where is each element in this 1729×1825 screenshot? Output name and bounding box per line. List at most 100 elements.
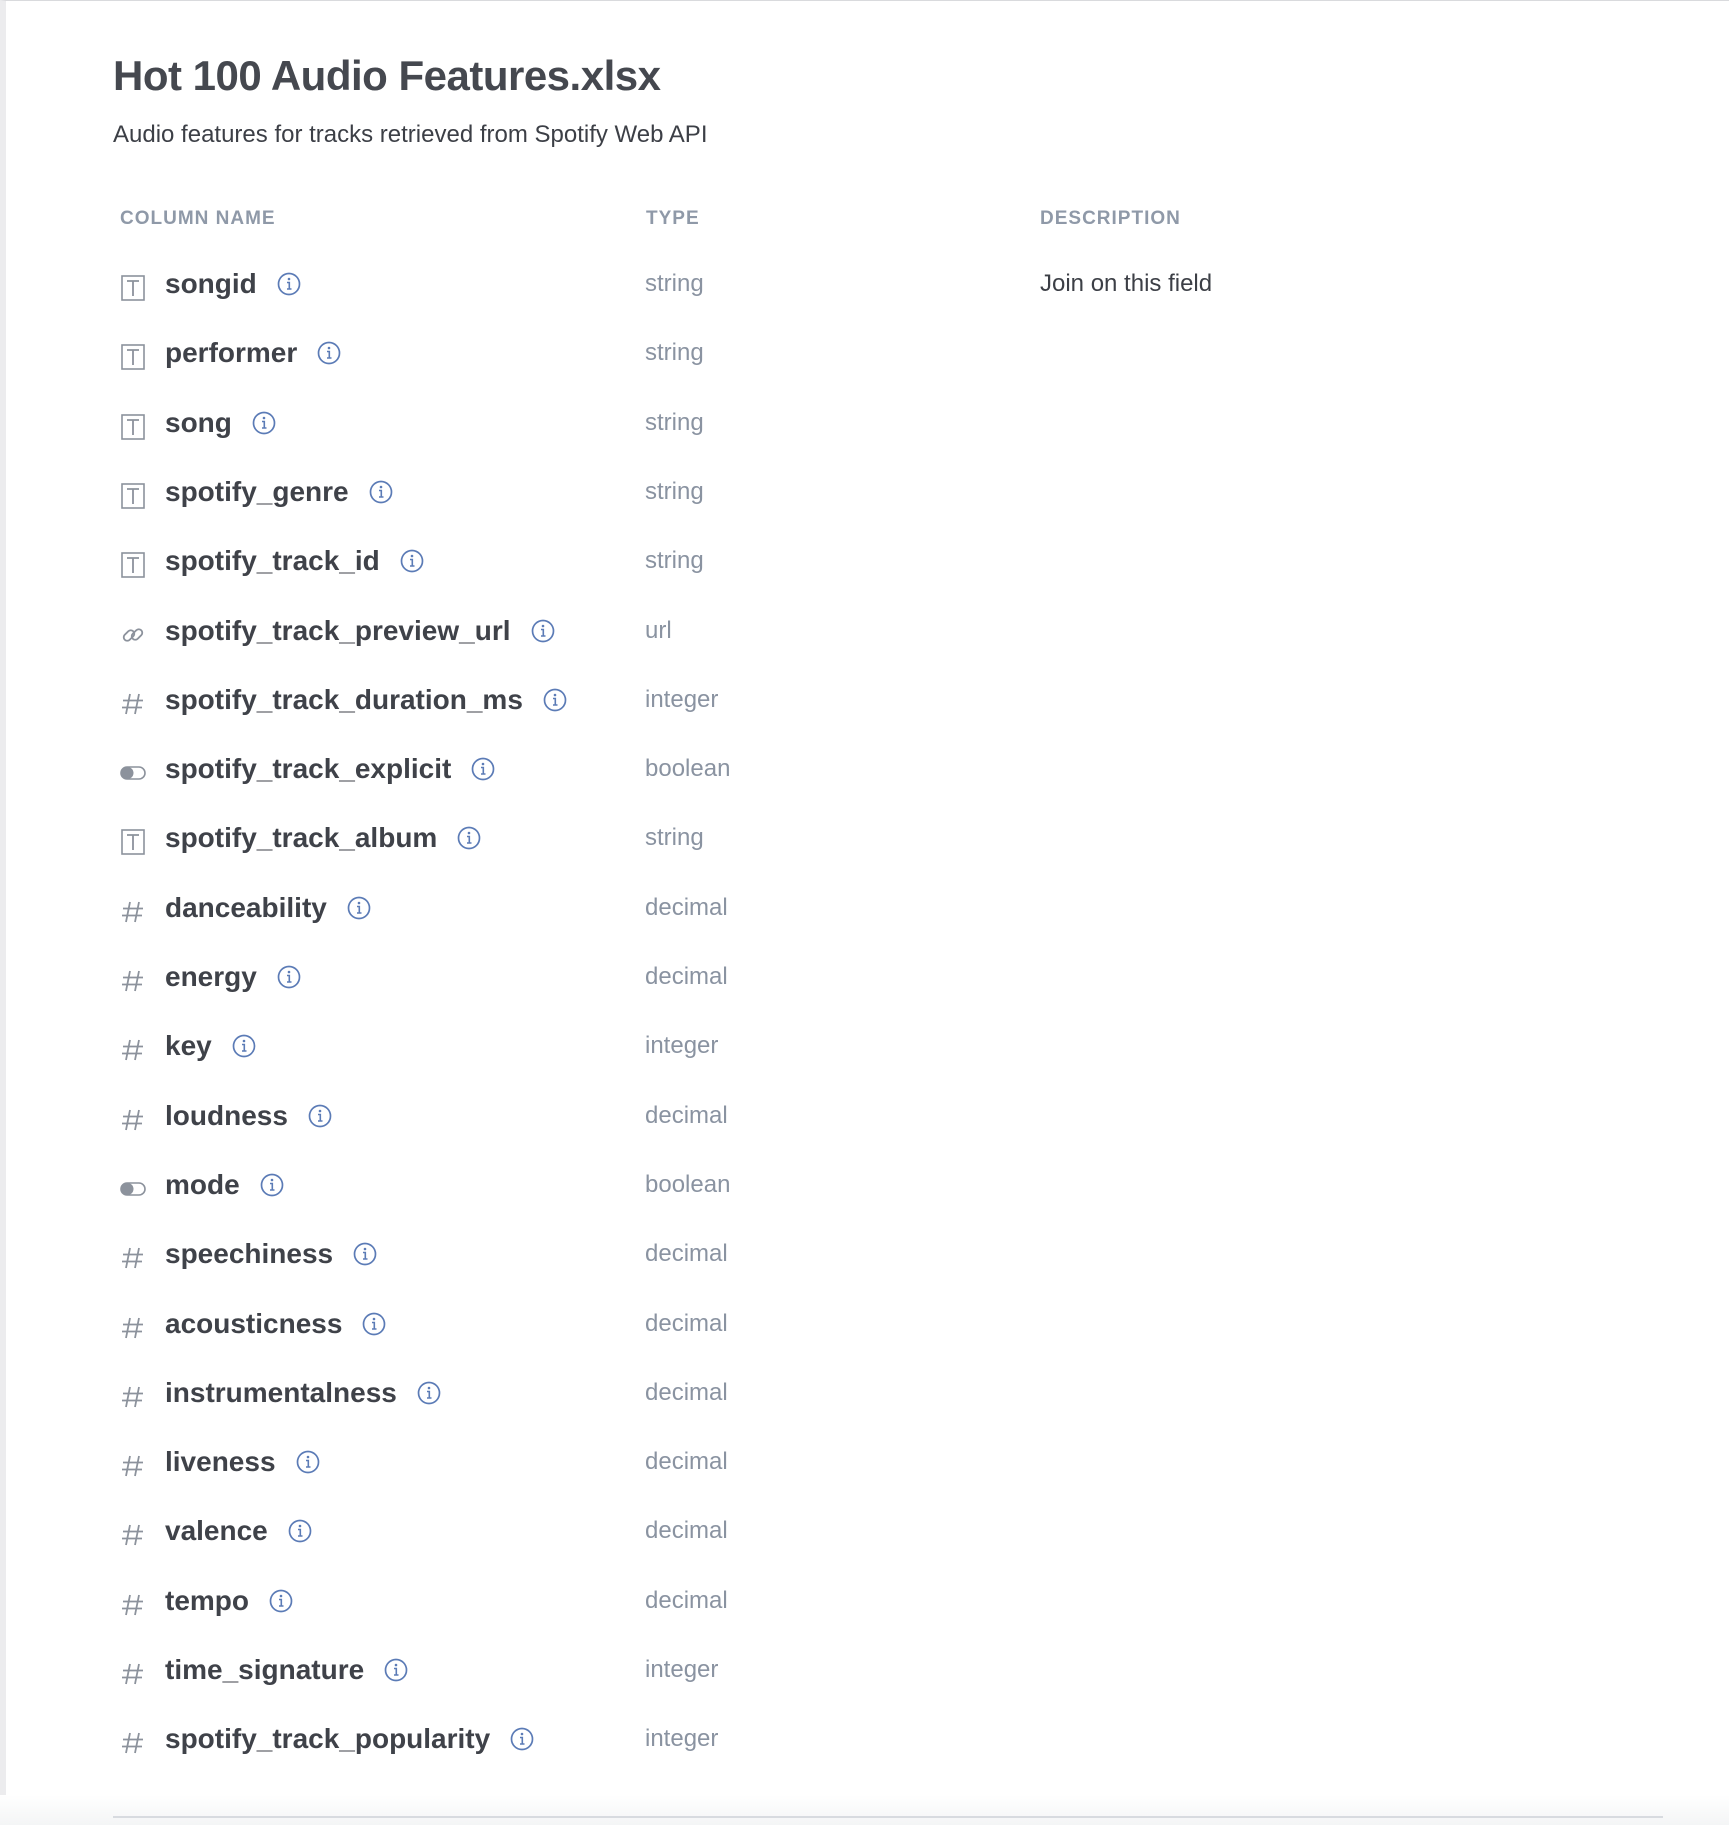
number-type-icon — [120, 1315, 146, 1341]
column-name: valence — [165, 1515, 312, 1547]
info-icon[interactable] — [277, 272, 301, 296]
info-icon[interactable] — [369, 480, 393, 504]
column-name: speechiness — [165, 1238, 377, 1270]
column-name-label: key — [165, 1030, 212, 1062]
table-row: spotify_track_album string — [113, 816, 1663, 866]
column-name-label: performer — [165, 337, 298, 369]
column-name-label: spotify_track_popularity — [165, 1723, 491, 1755]
column-name-label: loudness — [165, 1099, 288, 1131]
info-icon[interactable] — [252, 411, 276, 435]
table-row: tempo decimal — [113, 1579, 1663, 1629]
column-type: integer — [645, 1032, 719, 1060]
info-icon[interactable] — [384, 1658, 408, 1682]
table-row: spotify_genre string — [113, 470, 1663, 520]
text-type-icon — [120, 829, 146, 856]
column-name-label: time_signature — [165, 1654, 365, 1685]
column-name-label: spotify_track_explicit — [165, 753, 452, 785]
info-icon[interactable] — [317, 341, 341, 365]
column-name: songid — [165, 268, 301, 300]
number-type-icon — [120, 1107, 146, 1133]
toggle-type-icon — [120, 760, 146, 786]
column-name: song — [165, 407, 276, 439]
info-icon[interactable] — [347, 896, 371, 920]
column-name-label: tempo — [165, 1584, 249, 1616]
type-header: TYPE — [646, 208, 700, 229]
column-name: performer — [165, 337, 341, 369]
column-type: decimal — [645, 893, 728, 921]
info-icon[interactable] — [232, 1034, 256, 1058]
column-type: string — [645, 547, 704, 575]
info-icon[interactable] — [269, 1589, 293, 1613]
column-type: decimal — [645, 1309, 728, 1337]
table-row: time_signature integer — [113, 1648, 1663, 1698]
number-type-icon — [120, 1384, 146, 1410]
column-name-label: songid — [165, 268, 257, 299]
column-name: key — [165, 1030, 256, 1062]
column-type: integer — [645, 1725, 719, 1753]
column-name: instrumentalness — [165, 1377, 441, 1409]
table-row: spotify_track_id string — [113, 539, 1663, 589]
number-type-icon — [120, 691, 146, 717]
column-description: Join on this field — [1040, 270, 1213, 297]
info-icon[interactable] — [543, 688, 567, 712]
column-type: decimal — [645, 1240, 728, 1268]
table-row: spotify_track_explicit boolean — [113, 747, 1663, 797]
table-row: instrumentalness decimal — [113, 1371, 1663, 1421]
column-type: decimal — [645, 1586, 728, 1614]
text-type-icon — [120, 344, 146, 371]
info-icon[interactable] — [260, 1173, 284, 1197]
info-icon[interactable] — [362, 1312, 386, 1336]
info-icon[interactable] — [296, 1450, 320, 1474]
info-icon[interactable] — [277, 965, 301, 989]
column-type: decimal — [645, 1448, 728, 1476]
column-name: time_signature — [165, 1654, 408, 1686]
column-type: decimal — [645, 1517, 728, 1545]
info-icon[interactable] — [417, 1381, 441, 1405]
table-row: speechiness decimal — [113, 1232, 1663, 1282]
column-name-label: danceability — [165, 891, 327, 923]
info-icon[interactable] — [353, 1242, 377, 1266]
column-name: spotify_track_popularity — [165, 1723, 534, 1755]
info-icon[interactable] — [288, 1519, 312, 1543]
column-type: string — [645, 270, 704, 297]
number-type-icon — [120, 1661, 146, 1687]
number-type-icon — [120, 1592, 146, 1618]
table-row: spotify_track_preview_url url — [113, 609, 1663, 659]
info-icon[interactable] — [471, 757, 495, 781]
column-type: decimal — [645, 963, 728, 990]
page-subtitle: Audio features for tracks retrieved from… — [113, 121, 708, 148]
column-name: loudness — [165, 1100, 332, 1132]
column-name-header: COLUMN NAME — [120, 208, 276, 229]
column-type: string — [645, 339, 704, 367]
description-header: DESCRIPTION — [1040, 208, 1181, 229]
column-type: integer — [645, 1656, 719, 1683]
number-type-icon — [120, 1037, 146, 1063]
table-row: energy decimal — [113, 955, 1663, 1005]
info-icon[interactable] — [510, 1727, 534, 1751]
column-name: mode — [165, 1169, 284, 1201]
table-row: spotify_track_popularity integer — [113, 1717, 1663, 1767]
column-name-label: valence — [165, 1515, 268, 1547]
bottom-divider — [113, 1816, 1663, 1818]
column-type: string — [645, 408, 704, 436]
table-row: liveness decimal — [113, 1440, 1663, 1490]
column-name-label: spotify_track_duration_ms — [165, 683, 523, 715]
column-type: decimal — [645, 1101, 728, 1129]
link-type-icon — [120, 622, 146, 648]
column-name: spotify_track_id — [165, 545, 424, 577]
text-type-icon — [120, 413, 146, 440]
info-icon[interactable] — [457, 826, 481, 850]
info-icon[interactable] — [531, 619, 555, 643]
number-type-icon — [120, 968, 146, 994]
table-row: spotify_track_duration_ms integer — [113, 678, 1663, 728]
toggle-type-icon — [120, 1176, 146, 1202]
column-name: liveness — [165, 1446, 320, 1478]
info-icon[interactable] — [400, 549, 424, 573]
table-row: acousticness decimal — [113, 1302, 1663, 1352]
text-type-icon — [120, 552, 146, 578]
column-type: string — [645, 477, 704, 505]
column-name-label: spotify_track_id — [165, 545, 380, 577]
column-type: integer — [645, 685, 719, 713]
info-icon[interactable] — [308, 1104, 332, 1128]
column-name: energy — [165, 961, 301, 993]
